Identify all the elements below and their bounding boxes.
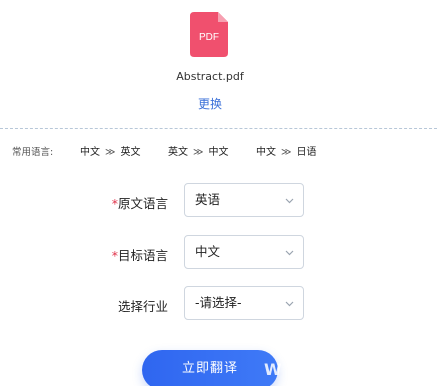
pair-from: 英文 [168, 147, 188, 158]
change-file-link[interactable]: 更换 [0, 95, 420, 112]
source-language-text: 原文语言 [117, 196, 168, 211]
industry-label: 选择行业 [117, 299, 168, 314]
chevron-down-icon [285, 198, 294, 204]
pdf-file-icon: PDF [190, 12, 228, 57]
language-pair-zh-en[interactable]: 中文 ≫ 英文 [80, 143, 140, 158]
pair-from: 中文 [80, 147, 100, 158]
translate-now-button[interactable]: 立即翻译 [142, 350, 278, 386]
pdf-icon-label: PDF [199, 32, 219, 43]
watermark: W [264, 360, 282, 379]
dashed-divider [0, 128, 437, 129]
file-name: Abstract.pdf [176, 70, 244, 83]
pair-to: 中文 [208, 147, 229, 158]
target-language-select[interactable]: 中文 [184, 235, 304, 269]
pair-from: 中文 [256, 147, 276, 158]
industry-select[interactable]: -请选择- [184, 286, 304, 320]
chevron-down-icon [285, 250, 294, 256]
double-arrow-icon: ≫ [193, 147, 204, 158]
pair-to: 日语 [296, 147, 317, 158]
chevron-down-icon [285, 301, 294, 307]
target-language-value: 中文 [195, 244, 221, 259]
double-arrow-icon: ≫ [105, 147, 116, 158]
target-language-label: *目标语言 [88, 245, 168, 264]
language-pair-zh-ja[interactable]: 中文 ≫ 日语 [256, 143, 316, 158]
target-language-text: 目标语言 [117, 248, 168, 263]
double-arrow-icon: ≫ [281, 147, 292, 158]
source-language-select[interactable]: 英语 [184, 183, 304, 217]
common-languages-label: 常用语言: [12, 147, 54, 158]
pair-to: 英文 [120, 147, 141, 158]
source-language-label: *原文语言 [88, 193, 168, 212]
language-pair-en-zh[interactable]: 英文 ≫ 中文 [168, 143, 228, 158]
industry-value: -请选择- [195, 295, 242, 310]
source-language-value: 英语 [195, 192, 221, 207]
